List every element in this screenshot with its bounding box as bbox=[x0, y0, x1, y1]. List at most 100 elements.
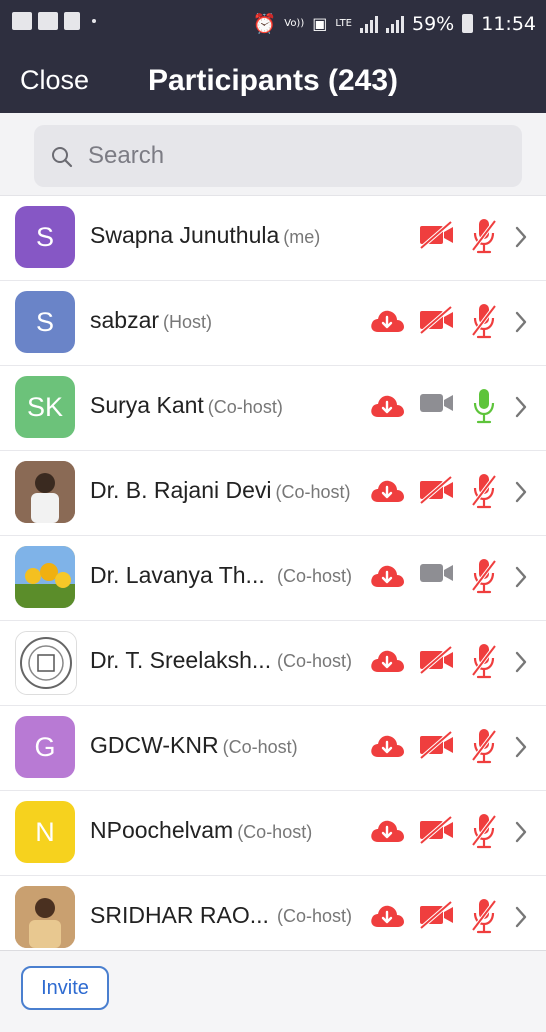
participant-name-text: GDCW-KNR bbox=[90, 732, 219, 758]
participant-name-text: Swapna Junuthula bbox=[90, 222, 280, 248]
participant-name: NPoochelvam (Co-host) bbox=[90, 817, 312, 844]
battery-icon bbox=[462, 14, 474, 33]
video-off-icon bbox=[419, 220, 455, 254]
video-on-icon bbox=[419, 391, 455, 420]
battery-percent: 59% bbox=[412, 12, 455, 35]
status-bar: ⏰ Vo)) ▣ LTE 59% 11:54 bbox=[0, 0, 546, 48]
participant-role: (Co-host) bbox=[207, 397, 283, 417]
avatar bbox=[15, 886, 75, 948]
participant-row[interactable]: (Co-host) Dr. Lavanya Th... bbox=[0, 536, 546, 621]
chevron-right-icon[interactable] bbox=[514, 310, 528, 339]
participant-name: GDCW-KNR (Co-host) bbox=[90, 732, 298, 759]
participant-role: (Co-host) bbox=[237, 822, 313, 842]
mic-muted-icon bbox=[470, 642, 498, 685]
avatar: G bbox=[15, 716, 75, 778]
cloud-record-icon bbox=[369, 648, 405, 679]
video-off-icon bbox=[419, 815, 455, 849]
participant-row[interactable]: (Co-host) SRIDHAR RAO... bbox=[0, 876, 546, 961]
system-status: ⏰ Vo)) ▣ LTE 59% 11:54 bbox=[252, 12, 536, 36]
mic-muted-icon bbox=[470, 472, 498, 515]
video-off-icon bbox=[419, 645, 455, 679]
chevron-right-icon[interactable] bbox=[514, 650, 528, 679]
chevron-right-icon[interactable] bbox=[514, 820, 528, 849]
participant-name-text: SRIDHAR RAO... bbox=[90, 902, 269, 928]
participant-role: (me) bbox=[283, 227, 321, 247]
participant-role: (Host) bbox=[163, 312, 213, 332]
header-bar: Close Participants (243) bbox=[0, 48, 546, 113]
cloud-record-icon bbox=[369, 733, 405, 764]
search-box[interactable] bbox=[34, 125, 522, 187]
video-off-icon bbox=[419, 730, 455, 764]
invite-button[interactable]: Invite bbox=[21, 966, 109, 1010]
mic-muted-icon bbox=[470, 727, 498, 770]
participant-row[interactable]: N NPoochelvam (Co-host) bbox=[0, 791, 546, 876]
participant-name-text: Dr. Lavanya Th... bbox=[90, 562, 265, 588]
notification-icons bbox=[12, 12, 96, 30]
participant-role: (Co-host) bbox=[277, 906, 353, 926]
avatar: S bbox=[15, 291, 75, 353]
participant-name: sabzar (Host) bbox=[90, 307, 212, 334]
clock: 11:54 bbox=[481, 12, 536, 35]
bottom-bar: Invite bbox=[0, 950, 546, 1032]
video-on-icon bbox=[419, 561, 455, 590]
avatar: N bbox=[15, 801, 75, 863]
participant-name-text: Dr. T. Sreelaksh... bbox=[90, 647, 272, 673]
chevron-right-icon[interactable] bbox=[514, 480, 528, 509]
chevron-right-icon[interactable] bbox=[514, 395, 528, 424]
participant-role: (Co-host) bbox=[222, 737, 298, 757]
participant-name: Swapna Junuthula (me) bbox=[90, 222, 320, 249]
avatar bbox=[15, 461, 75, 523]
cloud-record-icon bbox=[369, 818, 405, 849]
chevron-right-icon[interactable] bbox=[514, 735, 528, 764]
cloud-record-icon bbox=[369, 393, 405, 424]
video-off-icon bbox=[419, 475, 455, 509]
cloud-record-icon bbox=[369, 478, 405, 509]
volte-label: Vo)) bbox=[284, 17, 305, 29]
participant-row[interactable]: Dr. B. Rajani Devi (Co-host) bbox=[0, 451, 546, 536]
participant-name-text: Surya Kant bbox=[90, 392, 204, 418]
alarm-icon: ⏰ bbox=[252, 13, 277, 35]
participant-row[interactable]: Ssabzar (Host) bbox=[0, 281, 546, 366]
chevron-right-icon[interactable] bbox=[514, 565, 528, 594]
gallery-icon bbox=[38, 12, 58, 30]
participant-name-text: Dr. B. Rajani Devi bbox=[90, 477, 272, 503]
youtube-icon bbox=[12, 12, 32, 30]
mic-muted-icon bbox=[470, 897, 498, 940]
cloud-record-icon bbox=[369, 308, 405, 339]
participant-role: (Co-host) bbox=[275, 482, 351, 502]
mic-on-icon bbox=[470, 387, 498, 430]
signal-icon bbox=[360, 15, 378, 33]
participant-name-text: sabzar bbox=[90, 307, 160, 333]
video-off-icon bbox=[419, 305, 455, 339]
avatar bbox=[15, 631, 77, 695]
participant-row[interactable]: G GDCW-KNR (Co-host) bbox=[0, 706, 546, 791]
participant-role: (Co-host) bbox=[277, 566, 353, 586]
participant-row[interactable]: (Co-host) Dr. T. Sreelaksh... bbox=[0, 621, 546, 706]
chevron-right-icon[interactable] bbox=[514, 905, 528, 934]
chevron-right-icon[interactable] bbox=[514, 225, 528, 254]
avatar bbox=[15, 546, 75, 608]
mic-muted-icon bbox=[470, 217, 498, 260]
search-icon bbox=[52, 147, 73, 168]
more-notifications-icon bbox=[92, 19, 96, 23]
signal-icon-2 bbox=[386, 15, 404, 33]
participant-row[interactable]: SK Surya Kant (Co-host) bbox=[0, 366, 546, 451]
participant-name: Dr. Lavanya Th... bbox=[90, 562, 265, 589]
cloud-record-icon bbox=[369, 903, 405, 934]
mic-muted-icon bbox=[470, 557, 498, 600]
usb-icon bbox=[64, 12, 80, 30]
lte-small-label: LTE bbox=[335, 17, 352, 29]
participant-name: Dr. B. Rajani Devi (Co-host) bbox=[90, 477, 351, 504]
avatar: SK bbox=[15, 376, 75, 438]
participant-row[interactable]: S Swapna Junuthula (me) bbox=[0, 196, 546, 281]
video-off-icon bbox=[419, 900, 455, 934]
participant-role: (Co-host) bbox=[277, 651, 353, 671]
page-title: Participants (243) bbox=[147, 64, 399, 97]
search-section bbox=[0, 113, 546, 196]
participant-name-text: NPoochelvam bbox=[90, 817, 234, 843]
participant-name: Dr. T. Sreelaksh... bbox=[90, 647, 271, 674]
mic-muted-icon bbox=[470, 302, 498, 345]
participant-name: Surya Kant (Co-host) bbox=[90, 392, 283, 419]
search-input[interactable] bbox=[86, 135, 510, 177]
participant-name: SRIDHAR RAO... bbox=[90, 902, 269, 929]
